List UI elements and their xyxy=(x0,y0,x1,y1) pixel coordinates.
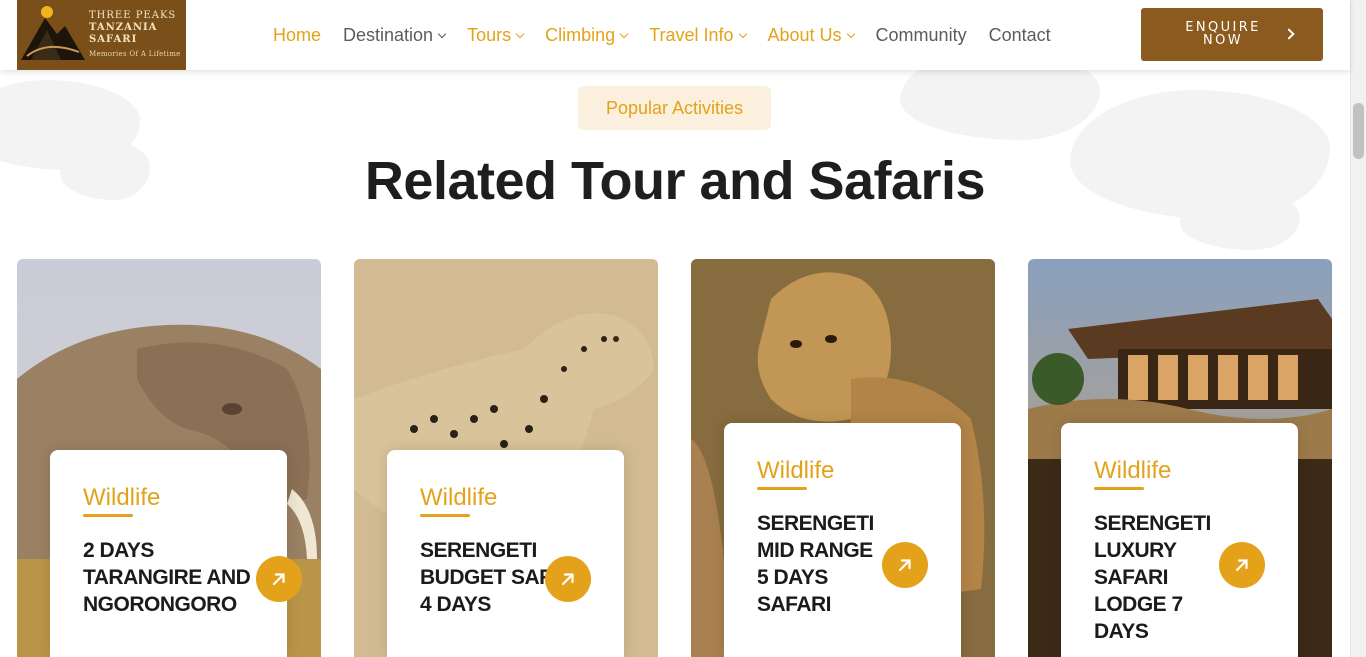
chevron-down-icon xyxy=(515,29,525,38)
brand-name-line3: SAFARI xyxy=(89,34,138,45)
nav-contact[interactable]: Contact xyxy=(989,25,1051,46)
nav-tours-label: Tours xyxy=(467,24,512,45)
nav-tours[interactable]: Tours xyxy=(467,24,525,46)
tour-title: SERENGETI MID RANGE 5 DAYS SAFARI xyxy=(757,512,874,616)
nav-home[interactable]: Home xyxy=(273,25,321,46)
section-title: Related Tour and Safaris xyxy=(364,151,986,211)
nav-contact-label: Contact xyxy=(988,24,1051,45)
tour-category: Wildlife xyxy=(83,484,161,511)
nav-community[interactable]: Community xyxy=(876,25,967,46)
section-badge: Popular Activities xyxy=(578,86,771,130)
arrow-up-right-icon xyxy=(272,573,285,586)
brand-name-line1: THREE PEAKS xyxy=(89,10,177,21)
tour-category: Wildlife xyxy=(757,457,835,484)
arrow-up-right-icon xyxy=(561,573,574,586)
tour-card[interactable]: Wildlife SERENGETI LUXURY SAFARI LODGE 7… xyxy=(1028,259,1332,657)
nav-climbing[interactable]: Climbing xyxy=(545,24,629,46)
category-underline xyxy=(757,487,807,490)
tour-card-info: Wildlife SERENGETI MID RANGE 5 DAYS SAFA… xyxy=(724,423,961,657)
brand-name-line2: TANZANIA xyxy=(89,22,158,33)
chevron-down-icon xyxy=(619,29,629,38)
nav-destination-label: Destination xyxy=(343,24,434,45)
brand-logo[interactable]: THREE PEAKS TANZANIA SAFARI Memories Of … xyxy=(17,0,186,70)
nav-destination[interactable]: Destination xyxy=(343,24,447,46)
nav-travel-info[interactable]: Travel Info xyxy=(649,24,747,46)
open-tour-button[interactable] xyxy=(545,556,591,602)
brand-wordmark: THREE PEAKS TANZANIA SAFARI Memories Of … xyxy=(89,10,181,60)
chevron-down-icon xyxy=(738,29,747,38)
enquire-now-button[interactable]: ENQUIRE NOW xyxy=(1141,8,1323,61)
nav-about-us-label: About Us xyxy=(767,24,842,45)
nav-climbing-label: Climbing xyxy=(545,24,616,45)
tour-card[interactable]: Wildlife SERENGETI BUDGET SAFARI 4 DAYS xyxy=(354,259,658,657)
brand-tagline: Memories Of A Lifetime xyxy=(89,50,181,58)
chevron-down-icon xyxy=(437,29,447,38)
section-badge-label: Popular Activities xyxy=(605,97,744,118)
chevron-down-icon xyxy=(846,29,855,38)
chevron-right-icon xyxy=(1283,28,1295,40)
tour-title: 2 DAYS TARANGIRE AND NGORONGORO xyxy=(83,539,251,616)
main-navigation: Home Destination Tours Climbing Travel I… xyxy=(273,22,1073,48)
nav-home-label: Home xyxy=(273,24,322,45)
nav-about-us[interactable]: About Us xyxy=(767,24,855,46)
tour-card-info: Wildlife SERENGETI LUXURY SAFARI LODGE 7… xyxy=(1061,423,1298,657)
nav-travel-info-label: Travel Info xyxy=(649,24,734,45)
category-underline xyxy=(1094,487,1144,490)
arrow-up-right-icon xyxy=(898,559,911,572)
open-tour-button[interactable] xyxy=(1219,542,1265,588)
category-underline xyxy=(420,514,470,517)
tour-card-info: Wildlife SERENGETI BUDGET SAFARI 4 DAYS xyxy=(387,450,624,657)
tour-title: SERENGETI LUXURY SAFARI LODGE 7 DAYS xyxy=(1094,512,1211,643)
scrollbar-thumb[interactable] xyxy=(1353,103,1364,159)
tour-category: Wildlife xyxy=(1094,457,1172,484)
enquire-now-label: ENQUIRE NOW xyxy=(1185,20,1261,48)
site-header: THREE PEAKS TANZANIA SAFARI Memories Of … xyxy=(0,0,1350,70)
nav-community-label: Community xyxy=(875,24,967,45)
arrow-up-right-icon xyxy=(1235,559,1248,572)
open-tour-button[interactable] xyxy=(256,556,302,602)
page-scrollbar[interactable] xyxy=(1350,0,1366,657)
open-tour-button[interactable] xyxy=(882,542,928,588)
tour-card[interactable]: Wildlife 2 DAYS TARANGIRE AND NGORONGORO xyxy=(17,259,321,657)
tour-category: Wildlife xyxy=(420,484,498,511)
category-underline xyxy=(83,514,133,517)
tour-card-info: Wildlife 2 DAYS TARANGIRE AND NGORONGORO xyxy=(50,450,302,657)
tour-card[interactable]: Wildlife SERENGETI MID RANGE 5 DAYS SAFA… xyxy=(691,259,995,657)
